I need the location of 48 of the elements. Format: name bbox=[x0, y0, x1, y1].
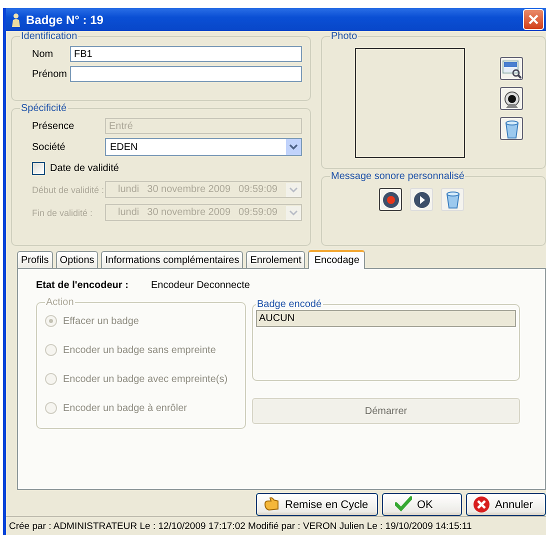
text-field[interactable]: FB1 bbox=[70, 46, 302, 62]
field-label: Prénom bbox=[32, 68, 68, 80]
dropdown[interactable]: EDEN bbox=[105, 138, 302, 156]
cancel-button[interactable]: Annuler bbox=[466, 493, 546, 516]
close-button[interactable] bbox=[523, 9, 544, 30]
field-label: Présence bbox=[32, 120, 76, 132]
status-label: Etat de l'encodeur : bbox=[36, 280, 130, 290]
group-title: Message sonore personnalisé bbox=[330, 171, 466, 182]
webcam-button[interactable] bbox=[500, 87, 523, 110]
chevron-down-icon bbox=[289, 210, 298, 216]
play-button[interactable] bbox=[410, 188, 433, 211]
field-label: Fin de validité : bbox=[32, 208, 94, 218]
date-validity-checkbox[interactable]: Date de validité bbox=[20, 160, 302, 176]
hand-icon bbox=[263, 496, 280, 513]
group-title: Spécificité bbox=[20, 103, 68, 114]
chevron-down-icon bbox=[289, 144, 298, 150]
field-label: Nom bbox=[32, 48, 54, 60]
cancel-icon bbox=[473, 496, 490, 513]
field-label: Société bbox=[32, 142, 66, 152]
field-label: Début de validité : bbox=[32, 184, 105, 194]
tab[interactable]: Profils bbox=[17, 251, 53, 268]
window-title: Badge N° : 19 bbox=[26, 12, 104, 26]
cycle-button[interactable]: Remise en Cycle bbox=[256, 493, 378, 516]
text-field[interactable] bbox=[70, 66, 302, 82]
tab[interactable]: Encodage bbox=[308, 250, 366, 269]
play-icon bbox=[412, 190, 430, 208]
image-search-icon bbox=[502, 58, 522, 78]
record-icon bbox=[382, 190, 400, 208]
group-title: Photo bbox=[330, 31, 358, 42]
tab[interactable]: Informations complémentaires bbox=[101, 251, 244, 268]
webcam-icon bbox=[502, 88, 522, 108]
ok-button[interactable]: OK bbox=[382, 493, 462, 516]
trash-bin-icon bbox=[444, 190, 462, 208]
group-title: Badge encodé bbox=[256, 299, 323, 310]
checkmark-icon bbox=[395, 496, 412, 513]
delete-button[interactable] bbox=[441, 188, 464, 211]
group-title: Identification bbox=[20, 31, 78, 42]
record-button[interactable] bbox=[379, 188, 402, 211]
trash-bin-button[interactable] bbox=[500, 117, 523, 140]
image-search-button[interactable] bbox=[500, 57, 523, 80]
text-area: AUCUN bbox=[256, 310, 516, 327]
group-title: Action bbox=[45, 297, 75, 308]
tab[interactable]: Enrolement bbox=[246, 251, 306, 268]
tab[interactable]: Options bbox=[56, 251, 98, 268]
person-icon bbox=[11, 12, 21, 26]
status-value: Encodeur Deconnecte bbox=[151, 280, 250, 290]
close-icon bbox=[528, 14, 539, 25]
chevron-down-icon bbox=[289, 186, 298, 192]
